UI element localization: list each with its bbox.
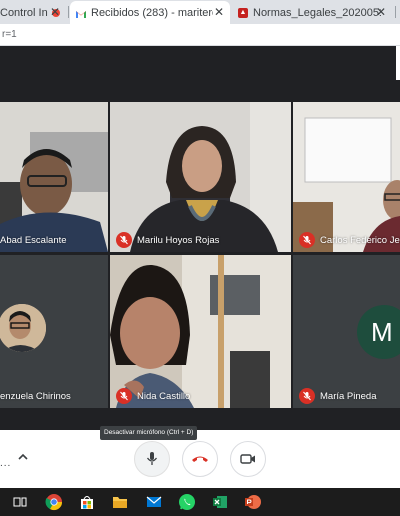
pdf-icon: ▲ (238, 7, 248, 18)
microphone-icon (146, 452, 158, 465)
tab-title: Recibidos (283) - maritere198@g (91, 6, 213, 19)
avatar-letter: M (371, 316, 393, 347)
close-tab-icon[interactable]: ✕ (214, 5, 224, 19)
hang-up-icon (192, 456, 208, 462)
participant-tile[interactable]: Marilu Hoyos Rojas (110, 102, 291, 252)
participant-video (110, 255, 291, 408)
address-bar[interactable]: r=1 (0, 24, 400, 46)
url-text[interactable]: r=1 (2, 29, 17, 40)
mic-off-icon (299, 232, 315, 248)
excel-icon[interactable] (210, 492, 230, 512)
chrome-icon[interactable] (44, 492, 64, 512)
avatar (0, 304, 46, 352)
browser-tab-strip: Control In ✕ Recibidos (283) - maritere1… (0, 0, 400, 24)
tab-title: Control In (0, 6, 48, 19)
file-explorer-icon[interactable] (110, 492, 130, 512)
close-tab-icon[interactable]: ✕ (376, 5, 386, 19)
participant-name: María Pineda (320, 391, 377, 402)
mic-off-icon (116, 232, 132, 248)
participant-tile[interactable]: Nida Castillo (110, 255, 291, 408)
tab-separator (68, 6, 69, 18)
camera-icon (240, 454, 255, 464)
tab-gmail[interactable]: Recibidos (283) - maritere198@g ✕ (70, 1, 230, 24)
participant-name: Nida Castillo (137, 391, 191, 402)
tab-separator (395, 6, 396, 18)
close-tab-icon[interactable]: ✕ (50, 5, 60, 19)
participant-name: Abad Escalante (0, 235, 67, 246)
store-icon[interactable] (77, 492, 97, 512)
tab-title: Normas_Legales_20200511.indd (253, 6, 381, 19)
microphone-button[interactable] (134, 441, 170, 477)
more-options-dots[interactable]: ... (0, 458, 11, 469)
task-view-icon[interactable] (10, 492, 30, 512)
participant-tile[interactable]: enzuela Chirinos (0, 255, 108, 408)
gmail-icon (76, 9, 86, 18)
participant-name: Carlos Federico Jes (320, 235, 400, 246)
meeting-grid: Abad Escalante Marilu Hoyos Rojas Carlos… (0, 46, 400, 430)
chevron-up-icon[interactable] (16, 450, 30, 464)
mic-tooltip: Desactivar micrófono (Ctrl + D) (100, 426, 198, 440)
participant-video (110, 102, 291, 252)
avatar: M (357, 305, 400, 359)
mail-icon[interactable] (144, 492, 164, 512)
windows-taskbar (0, 488, 400, 516)
camera-button[interactable] (230, 441, 266, 477)
participant-name: Marilu Hoyos Rojas (137, 235, 220, 246)
participant-tile[interactable]: Abad Escalante (0, 102, 108, 252)
hang-up-button[interactable] (182, 441, 218, 477)
panel-edge (396, 46, 400, 80)
tab-normas-legales[interactable]: ▲ Normas_Legales_20200511.indd ✕ (232, 1, 392, 24)
mic-off-icon (299, 388, 315, 404)
participant-name: enzuela Chirinos (0, 391, 71, 402)
participant-tile[interactable]: Carlos Federico Jes (293, 102, 400, 252)
powerpoint-icon[interactable] (243, 492, 263, 512)
meeting-controls: ... Desactivar micrófono (Ctrl + D) (0, 426, 400, 488)
participant-video (0, 102, 108, 252)
tab-control[interactable]: Control In ✕ (0, 1, 62, 24)
participant-video (293, 102, 400, 252)
whatsapp-icon[interactable] (177, 492, 197, 512)
mic-off-icon (116, 388, 132, 404)
participant-tile[interactable]: M María Pineda (293, 255, 400, 408)
